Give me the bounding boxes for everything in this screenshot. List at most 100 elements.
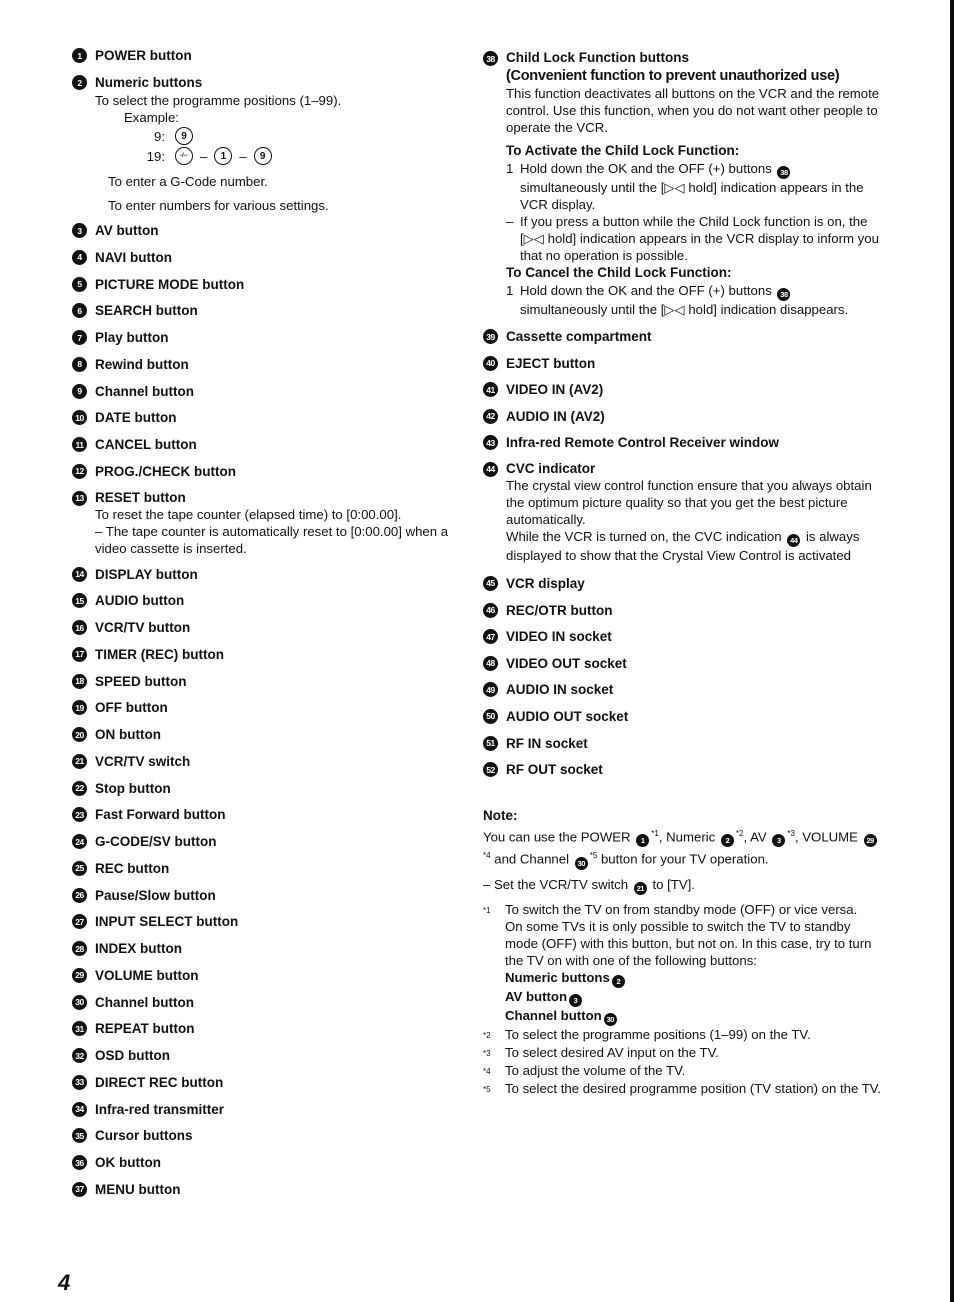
list-item: 15 AUDIO button xyxy=(72,591,467,618)
number-icon: 24 xyxy=(72,834,87,849)
item-label: REC button xyxy=(95,860,170,876)
list-item: 17 TIMER (REC) button xyxy=(72,645,467,672)
example-row: 9: 9 xyxy=(124,126,467,146)
list-item: 8 Rewind button xyxy=(72,355,467,382)
footnote: *4 To adjust the volume of the TV. xyxy=(483,1062,883,1080)
item-label: Child Lock Function buttons xyxy=(506,50,689,65)
item-list: 3 AV button 4 NAVI button 5 PICTURE MODE butt… xyxy=(72,221,467,489)
note-text: If you press a button while the Child Lo… xyxy=(520,214,879,263)
number-icon: 16 xyxy=(72,620,87,635)
number-icon: 49 xyxy=(483,682,498,698)
number-icon: 17 xyxy=(72,646,87,662)
item-description: To reset the tape counter (elapsed time)… xyxy=(95,506,402,522)
list-item: 34 Infra-red transmitter xyxy=(72,1100,467,1127)
list-item: 48 VIDEO OUT socket xyxy=(483,654,883,681)
number-icon: 3 xyxy=(72,223,87,238)
footnote-text: On some TVs it is only possible to switc… xyxy=(505,918,872,968)
item-label: AUDIO IN socket xyxy=(506,682,614,698)
key-1-icon: 1 xyxy=(214,147,233,165)
footnote-mark: *2 xyxy=(483,1030,491,1040)
item-label: EJECT button xyxy=(506,355,596,371)
item-label: RF OUT socket xyxy=(506,762,603,778)
list-item: 18 SPEED button xyxy=(72,672,467,699)
number-icon: 23 xyxy=(72,807,87,823)
number-icon: 38 xyxy=(777,288,791,301)
number-icon: 39 xyxy=(483,329,498,344)
item-label: AUDIO button xyxy=(95,593,185,609)
item-label: VCR/TV button xyxy=(95,620,191,635)
number-icon: 41 xyxy=(483,382,498,398)
activate-note: – If you press a button while the Child … xyxy=(483,213,883,264)
item-label: INDEX button xyxy=(95,941,182,956)
footnote: *1 To switch the TV on from standby mode … xyxy=(483,901,883,1026)
number-icon: 7 xyxy=(72,330,87,345)
example-label: Example: xyxy=(124,110,179,125)
item-label: CVC indicator xyxy=(506,460,596,476)
page-number: 4 xyxy=(58,1270,71,1295)
number-icon: 11 xyxy=(72,437,87,452)
item-label: Pause/Slow button xyxy=(95,887,216,903)
left-column: 1 POWER button 2 Numeric buttons To sele… xyxy=(72,46,467,1207)
item-label: DATE button xyxy=(95,410,177,426)
example-key: 9: xyxy=(154,128,165,144)
item-label: SPEED button xyxy=(95,673,187,689)
switch-instruction: – Set the VCR/TV switch 21 to [TV]. xyxy=(483,876,695,895)
number-icon: 28 xyxy=(72,941,87,956)
number-icon: 36 xyxy=(72,1155,87,1170)
item-label: REPEAT button xyxy=(95,1021,195,1037)
item-label: AUDIO OUT socket xyxy=(506,708,629,724)
list-item: 5 PICTURE MODE button xyxy=(72,275,467,302)
cvc-section: 44 CVC indicator The crystal view contro… xyxy=(483,460,883,564)
number-icon: 3 xyxy=(569,993,583,1007)
step-text: simultaneously until the [▷◁ hold] indic… xyxy=(520,180,864,212)
number-icon: 20 xyxy=(72,727,87,742)
key-9-icon: 9 xyxy=(253,147,272,165)
number-icon: 48 xyxy=(483,655,498,671)
item-label: DISPLAY button xyxy=(95,566,198,582)
list-item: 41 VIDEO IN (AV2) xyxy=(483,380,883,407)
number-icon: 26 xyxy=(72,887,87,903)
list-item: 16 VCR/TV button xyxy=(72,618,467,645)
cancel-heading: To Cancel the Child Lock Function: xyxy=(506,265,732,280)
number-icon: 8 xyxy=(72,356,87,372)
number-icon: 32 xyxy=(72,1048,87,1063)
number-icon: 44 xyxy=(787,533,801,547)
number-icon: 2 xyxy=(611,974,625,988)
footnote-button-ref: Numeric buttons 2 xyxy=(505,969,883,988)
section-subtitle: (Convenient function to prevent unauthor… xyxy=(506,68,840,84)
item-label: OFF button xyxy=(95,700,168,716)
number-icon: 43 xyxy=(483,435,498,451)
number-icon: 2 xyxy=(720,834,734,848)
number-icon: 21 xyxy=(72,753,87,769)
list-item: 49 AUDIO IN socket xyxy=(483,680,883,707)
item-label: VIDEO IN (AV2) xyxy=(506,382,604,398)
footnote-text: To select the programme positions (1–99)… xyxy=(505,1026,811,1042)
item-label: MENU button xyxy=(95,1181,181,1197)
list-item: 50 AUDIO OUT socket xyxy=(483,707,883,734)
list-item: 22 Stop button xyxy=(72,779,467,806)
list-item-reset: 13 RESET button To reset the tape counte… xyxy=(72,489,467,557)
item-label: SEARCH button xyxy=(95,303,198,319)
cancel-step: 1 Hold down the OK and the OFF (+) butto… xyxy=(483,282,883,318)
list-item: 30 Channel button xyxy=(72,993,467,1020)
list-item: 24 G-CODE/SV button xyxy=(72,832,467,859)
number-icon: 35 xyxy=(72,1128,87,1144)
item-label: AV button xyxy=(95,223,159,238)
list-item-numeric: 2 Numeric buttons To select the programm… xyxy=(72,73,467,221)
list-item: 14 DISPLAY button xyxy=(72,565,467,592)
list-item: 35 Cursor buttons xyxy=(72,1126,467,1153)
list-item: 52 RF OUT socket xyxy=(483,760,883,787)
item-label: DIRECT REC button xyxy=(95,1074,224,1090)
list-item: 47 VIDEO IN socket xyxy=(483,627,883,654)
number-icon: 2 xyxy=(72,75,87,90)
footnote: *2 To select the programme positions (1–9… xyxy=(483,1026,883,1044)
number-icon: 30 xyxy=(574,856,588,870)
number-icon: 4 xyxy=(72,249,87,265)
list-item: 45 VCR display xyxy=(483,574,883,601)
number-icon: 46 xyxy=(483,602,498,618)
list-item: 21 VCR/TV switch xyxy=(72,752,467,779)
item-label: PICTURE MODE button xyxy=(95,276,245,292)
key-9-icon: 9 xyxy=(175,127,193,145)
step-number: 1 xyxy=(506,283,514,298)
number-icon: 50 xyxy=(483,708,498,724)
